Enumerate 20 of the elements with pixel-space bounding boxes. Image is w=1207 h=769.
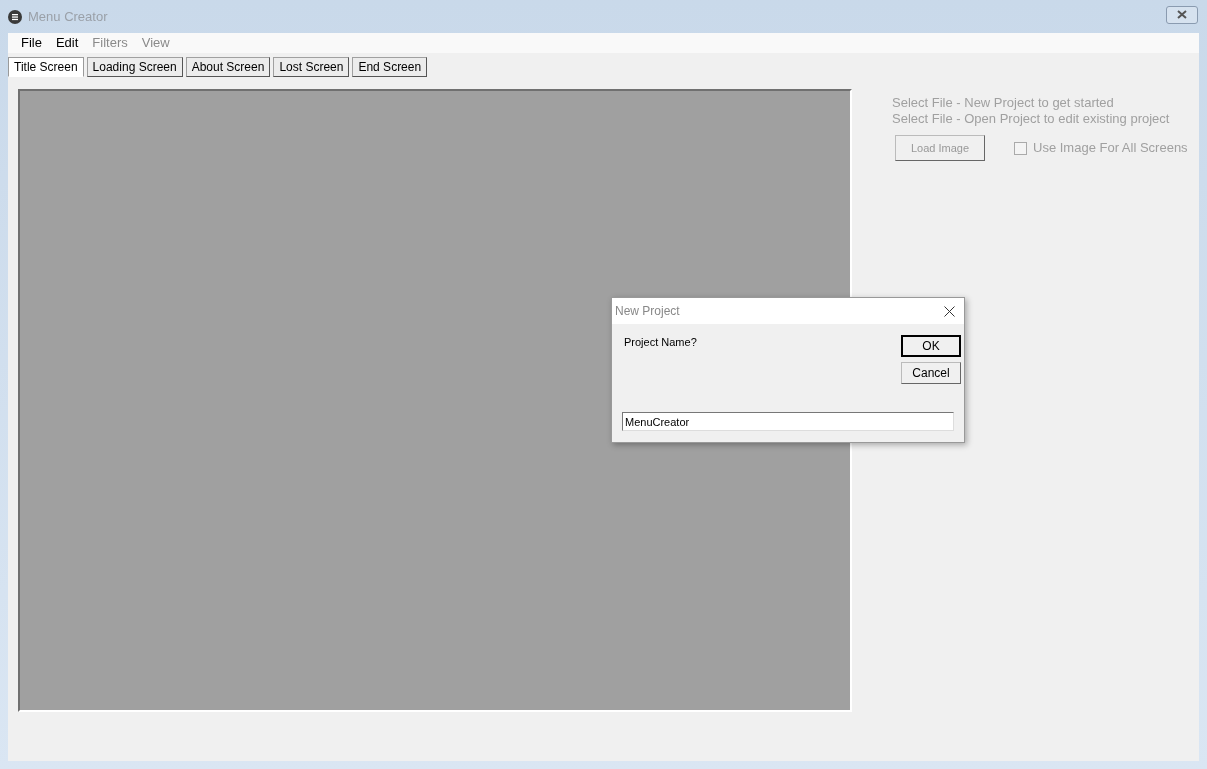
window-title: Menu Creator: [28, 7, 108, 26]
close-button[interactable]: [1166, 5, 1198, 24]
menu-item[interactable]: Edit: [48, 33, 86, 53]
dialog-button[interactable]: OK: [901, 335, 961, 357]
checkbox-label: Use Image For All Screens: [1033, 139, 1188, 158]
dialog-button[interactable]: Cancel: [901, 362, 961, 384]
close-icon[interactable]: [944, 305, 955, 317]
screen-tab[interactable]: Lost Screen: [273, 57, 350, 77]
screen-tab[interactable]: About Screen: [185, 57, 271, 77]
app-icon: [8, 9, 22, 24]
prompt-text: Project Name?: [624, 335, 698, 350]
dialog-title: New Project: [615, 303, 680, 320]
hint-text: Select File - Open Project to edit existing project: [892, 111, 1171, 127]
hint-text: Select File - New Project to get started: [892, 95, 1115, 111]
menu-item[interactable]: File: [14, 33, 49, 53]
screen-tab[interactable]: End Screen: [352, 57, 428, 77]
screen-tab[interactable]: Loading Screen: [86, 57, 183, 77]
close-icon: [1177, 10, 1187, 19]
input-field[interactable]: MenuCreator: [622, 412, 954, 431]
screen-tab[interactable]: Title Screen: [8, 57, 84, 77]
